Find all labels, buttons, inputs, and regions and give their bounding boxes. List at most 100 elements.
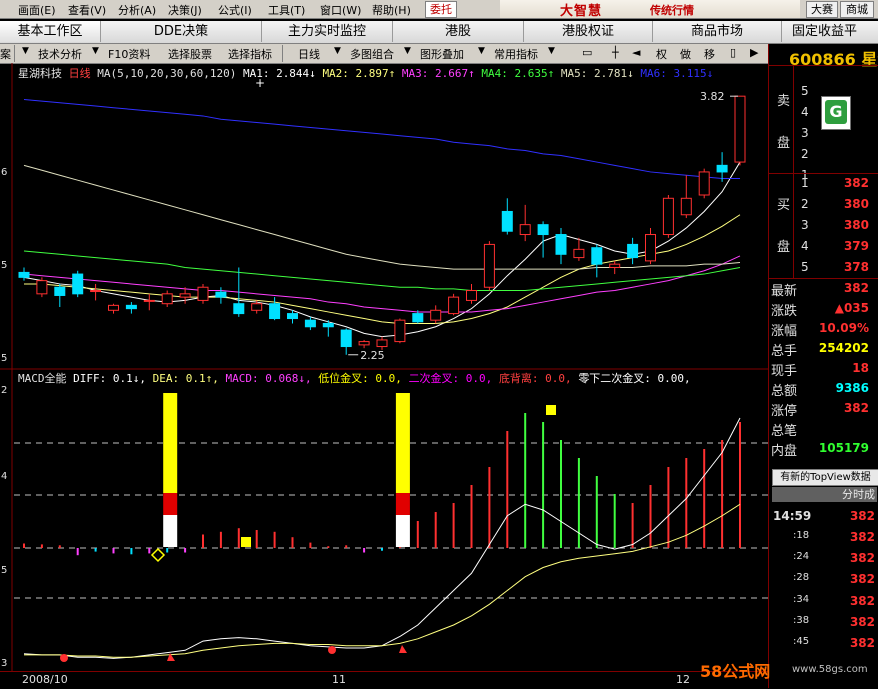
quote-label: 涨停: [771, 404, 798, 419]
mall-button[interactable]: 商城: [840, 1, 874, 18]
toolbar-select-stock[interactable]: 选择股票: [168, 46, 212, 62]
macd-value: MACD: 0.068↓,: [225, 372, 312, 385]
tab-hk-warrants[interactable]: 港股权证: [524, 21, 653, 42]
candle-body: [108, 304, 119, 311]
tick-time: :18: [793, 530, 810, 541]
toolbar-case[interactable]: 案: [0, 46, 11, 62]
macd-y-tick-label: 2: [1, 385, 7, 396]
buy-level: 4: [801, 239, 809, 253]
sell-level: 5: [801, 84, 809, 98]
quote-value: 10.09%: [819, 321, 869, 335]
toolbar-daily[interactable]: 日线: [298, 46, 320, 62]
tab-dde[interactable]: DDE决策: [101, 21, 262, 42]
topview-notice[interactable]: 有新的TopView数据: [772, 469, 878, 486]
buy-price: 380: [843, 218, 869, 232]
buy-price: 379: [843, 239, 869, 253]
tick-trades-header[interactable]: 分时成: [772, 487, 877, 502]
stock-code-text: 600866: [789, 50, 856, 69]
candle-body: [358, 341, 370, 346]
candle-body: [215, 291, 227, 298]
toolbar-move[interactable]: 移: [704, 46, 715, 62]
app-logo-icon[interactable]: G: [821, 96, 851, 130]
quote-value: 9386: [835, 381, 869, 395]
zoom-icon[interactable]: ▭: [582, 46, 592, 59]
kline-chart[interactable]: 6553.822.25+2453: [0, 63, 768, 671]
toolbar-mark[interactable]: 做: [680, 46, 691, 62]
toolbar-restore-rights[interactable]: 权: [656, 46, 667, 62]
divider: [769, 65, 878, 66]
candle-body: [466, 290, 477, 301]
buy-level: 2: [801, 197, 809, 211]
tick-price: 382: [849, 530, 875, 544]
toolbar-select-indicator[interactable]: 选择指标: [228, 46, 272, 62]
low-price-label: 2.25: [360, 349, 385, 362]
tab-hk-stocks[interactable]: 港股: [393, 21, 524, 42]
stock-code[interactable]: 600866 星湖: [789, 46, 878, 70]
tick-row: :45 382: [769, 636, 878, 654]
tab-fixed-income[interactable]: 固定收益平: [782, 21, 878, 42]
tab-basic-workspace[interactable]: 基本工作区: [0, 21, 101, 42]
ma3-value: MA3: 2.667↑: [401, 67, 475, 80]
signal-column-red: [395, 493, 410, 515]
weituo-button[interactable]: 委托: [425, 1, 457, 18]
triangle-signal-icon: [399, 645, 407, 653]
sell-level: 4: [801, 105, 809, 119]
quote-value: 254202: [818, 341, 869, 355]
arrow-left-icon[interactable]: ◄: [632, 46, 640, 59]
toolbar-divider: [282, 45, 283, 62]
pin-icon[interactable]: ▯: [730, 46, 736, 59]
toolbar-multi-chart[interactable]: 多图组合: [350, 46, 394, 62]
stock-name: 星湖: [861, 50, 878, 69]
toolbar-f10[interactable]: F10资料: [108, 46, 150, 62]
candle-body: [555, 234, 567, 255]
buy-level: 5: [801, 260, 809, 274]
tab-main-monitor[interactable]: 主力实时监控: [262, 21, 393, 42]
menu-decision[interactable]: 决策(J): [168, 2, 202, 18]
signal-column-red: [163, 493, 178, 515]
candle-body: [430, 309, 442, 321]
candle-body: [179, 293, 191, 298]
candle-body: [609, 263, 621, 268]
buy-level: 1: [801, 176, 809, 190]
macd-y-tick-label: 4: [1, 471, 7, 482]
dropdown-icon: ▼: [478, 46, 485, 56]
candle-body: [125, 304, 137, 310]
menu-view[interactable]: 查看(V): [68, 2, 106, 18]
toolbar-overlay[interactable]: 图形叠加: [420, 46, 464, 62]
y-tick-label: 6: [1, 167, 7, 178]
menu-screen[interactable]: 画面(E): [18, 2, 56, 18]
y-tick-label: 5: [1, 353, 7, 364]
ma1-value: MA1: 2.844↓: [242, 67, 316, 80]
toolbar-tech-analysis[interactable]: 技术分析: [38, 46, 82, 62]
tab-commodities[interactable]: 商品市场: [653, 21, 782, 42]
quote-label: 现手: [771, 364, 798, 379]
divider: [793, 66, 794, 278]
divider: [769, 173, 878, 174]
candle-body: [734, 95, 746, 163]
high-price-label: 3.82: [700, 90, 725, 103]
menu-help[interactable]: 帮助(H): [372, 2, 411, 18]
expand-icon[interactable]: ▶: [750, 46, 758, 59]
tick-time: :38: [793, 615, 810, 626]
candle-body: [376, 339, 388, 348]
crosshair-icon[interactable]: ┼: [612, 46, 619, 59]
candle-body: [698, 171, 710, 196]
tick-price: 382: [849, 615, 875, 629]
menu-bar: 画面(E) 查看(V) 分析(A) 决策(J) 公式(I) 工具(T) 窗口(W…: [0, 0, 878, 19]
menu-tools[interactable]: 工具(T): [268, 2, 305, 18]
menu-formula[interactable]: 公式(I): [218, 2, 252, 18]
x-label: 2008/10: [22, 673, 68, 686]
toolbar-common-indicators[interactable]: 常用指标: [494, 46, 538, 62]
ma-line-ma6: [23, 98, 740, 180]
candle-body: [287, 313, 298, 320]
tick-time: :45: [793, 636, 810, 647]
menu-analysis[interactable]: 分析(A): [118, 2, 156, 18]
menu-window[interactable]: 窗口(W): [320, 2, 361, 18]
tick-row: :38 382: [769, 615, 878, 633]
divergence-value: 底背离: 0.0,: [498, 372, 572, 385]
flag-signal-icon: [546, 405, 556, 415]
candle-body: [90, 290, 102, 293]
quote-label: 总笔: [771, 424, 798, 439]
buy-level: 3: [801, 218, 809, 232]
contest-button[interactable]: 大赛: [806, 1, 838, 18]
